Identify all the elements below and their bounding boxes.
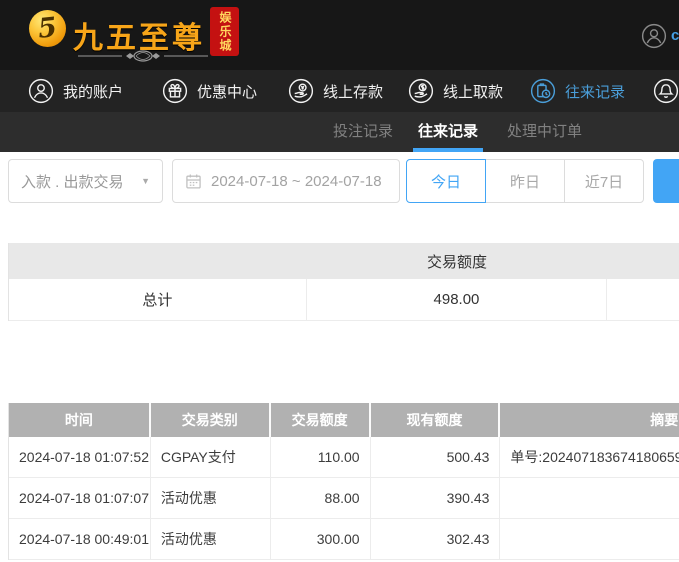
- nav-label: 线上取款: [443, 83, 504, 101]
- cell-amount: 300.00: [271, 519, 371, 559]
- page: 5 九五至尊 娱乐城 c 我的账户 优惠中心 线上存款 线上取款 往来记录 投注…: [0, 0, 679, 562]
- table-row: 2024-07-18 00:49:01 活动优惠 300.00 302.43: [9, 519, 679, 560]
- summary-total-label: 总计: [9, 279, 307, 320]
- quick-date-buttons: 今日 昨日 近7日: [406, 159, 644, 203]
- cell-balance: 390.43: [371, 478, 501, 518]
- avatar-icon[interactable]: [641, 23, 667, 49]
- tab-betting-records[interactable]: 投注记录: [328, 112, 398, 152]
- brand-subtitle: 娱乐城: [210, 7, 239, 56]
- summary-header-amount: 交易额度: [426, 253, 487, 271]
- summary-total-empty: [607, 279, 679, 320]
- table-row: 2024-07-18 01:07:07 活动优惠 88.00 390.43: [9, 478, 679, 519]
- col-header-summary: 摘要: [650, 412, 679, 428]
- main-nav: 我的账户 优惠中心 线上存款 线上取款 往来记录: [0, 70, 679, 112]
- col-header-time: 时间: [9, 403, 151, 437]
- summary-table-header: 交易额度: [9, 243, 679, 279]
- col-header-balance: 现有额度: [371, 403, 501, 437]
- cell-balance: 500.43: [371, 437, 501, 477]
- nav-item-transaction-records[interactable]: 往来记录: [530, 70, 625, 112]
- cell-time: 2024-07-18 01:07:07: [9, 478, 151, 518]
- nav-item-withdraw[interactable]: 线上取款: [408, 70, 503, 112]
- tab-transaction-records[interactable]: 往来记录: [413, 112, 484, 152]
- summary-header-empty: [9, 243, 307, 279]
- username-text[interactable]: c: [671, 27, 679, 44]
- table-row: 2024-07-18 01:07:52 CGPAY支付 110.00 500.4…: [9, 437, 679, 478]
- records-table: 时间 交易类别 交易额度 现有额度 摘要 2024-07-18 01:07:52…: [8, 403, 679, 560]
- cell-type: 活动优惠: [151, 478, 271, 518]
- cell-type: CGPAY支付: [151, 437, 271, 477]
- cell-summary: [500, 478, 679, 518]
- today-button[interactable]: 今日: [406, 159, 486, 203]
- brand-header: 5 九五至尊 娱乐城 c: [0, 0, 679, 70]
- cell-type: 活动优惠: [151, 519, 271, 559]
- col-header-type: 交易类别: [151, 403, 271, 437]
- records-icon: [530, 78, 556, 104]
- cell-balance: 302.43: [371, 519, 501, 559]
- summary-total-amount: 498.00: [307, 279, 608, 320]
- nav-item-deposit[interactable]: 线上存款: [288, 70, 383, 112]
- withdraw-icon: [408, 78, 434, 104]
- deposit-icon: [288, 78, 314, 104]
- user-icon: [28, 78, 54, 104]
- summary-total-row: 总计 498.00: [9, 279, 679, 321]
- cell-amount: 88.00: [271, 478, 371, 518]
- nav-item-notifications[interactable]: [653, 70, 679, 112]
- transaction-type-select[interactable]: 入款 . 出款交易 ▼: [8, 159, 163, 203]
- cell-summary: 单号:202407183674180659: [510, 449, 679, 465]
- nav-item-promotions[interactable]: 优惠中心: [162, 70, 257, 112]
- transaction-type-value: 入款 . 出款交易: [21, 173, 124, 191]
- nav-label: 我的账户: [63, 83, 124, 101]
- date-range-picker[interactable]: 2024-07-18 ~ 2024-07-18: [172, 159, 400, 203]
- nav-label: 线上存款: [323, 83, 384, 101]
- last-7-days-button[interactable]: 近7日: [564, 159, 644, 203]
- logo-glyph: 5: [36, 12, 59, 45]
- cell-summary: [500, 519, 679, 559]
- cell-time: 2024-07-18 01:07:52: [9, 437, 151, 477]
- tab-processing-orders[interactable]: 处理中订单: [502, 112, 587, 152]
- brand-logo-icon: 5: [29, 10, 66, 47]
- cell-amount: 110.00: [271, 437, 371, 477]
- filter-row: 入款 . 出款交易 ▼ 2024-07-18 ~ 2024-07-18 今日 昨…: [0, 152, 679, 212]
- bell-icon: [653, 78, 679, 104]
- summary-header-empty: [607, 243, 679, 279]
- yesterday-button[interactable]: 昨日: [485, 159, 565, 203]
- nav-label: 往来记录: [565, 83, 626, 101]
- flourish-ornament: [78, 50, 208, 62]
- cell-time: 2024-07-18 00:49:01: [9, 519, 151, 559]
- record-tabbar: 投注记录 往来记录 处理中订单: [0, 112, 679, 152]
- records-table-header: 时间 交易类别 交易额度 现有额度 摘要: [9, 403, 679, 437]
- nav-label: 优惠中心: [197, 83, 258, 101]
- calendar-icon: [186, 173, 201, 189]
- summary-table: 交易额度 总计 498.00: [8, 243, 679, 321]
- date-range-value: 2024-07-18 ~ 2024-07-18: [211, 172, 382, 190]
- nav-item-my-account[interactable]: 我的账户: [28, 70, 123, 112]
- gift-icon: [162, 78, 188, 104]
- col-header-amount: 交易额度: [271, 403, 371, 437]
- search-button[interactable]: [653, 159, 679, 203]
- chevron-down-icon: ▼: [141, 176, 150, 186]
